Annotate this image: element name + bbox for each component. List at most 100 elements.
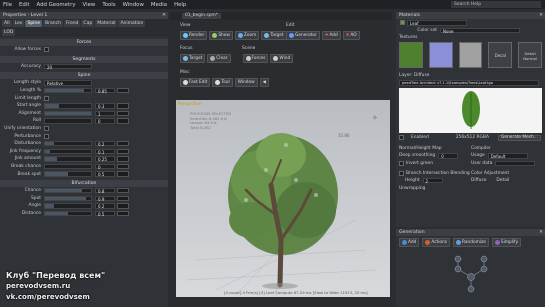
close-icon[interactable]: ✕: [539, 229, 543, 236]
menu-edit[interactable]: Edit: [19, 2, 29, 8]
simplify-button[interactable]: Simplify: [491, 238, 522, 247]
curve-graph[interactable]: [117, 156, 129, 162]
bifurcation-header[interactable]: Bifurcation: [0, 179, 168, 187]
length-slider[interactable]: [44, 87, 92, 94]
usage-select[interactable]: Default: [487, 153, 528, 159]
generation-graph[interactable]: [396, 249, 545, 304]
menu-file[interactable]: File: [3, 2, 12, 8]
disturbance-value[interactable]: 0.2: [95, 140, 115, 147]
render-button[interactable]: Render: [180, 31, 208, 40]
accuracy-field[interactable]: 20: [44, 63, 92, 70]
jink-frequency-value[interactable]: 0.1: [95, 148, 115, 154]
detail-normal-thumb[interactable]: Detail Normal: [518, 41, 542, 68]
curve-graph[interactable]: [117, 163, 129, 170]
back-button[interactable]: ◀: [259, 78, 269, 87]
spot-value[interactable]: 0.9: [95, 195, 115, 201]
gen-add-button[interactable]: Add: [399, 238, 420, 247]
ao-button[interactable]: ✖ AO: [342, 31, 360, 40]
break-chance-slider[interactable]: [44, 163, 92, 170]
actions-button[interactable]: Actions: [422, 238, 451, 247]
window-button[interactable]: Window: [234, 78, 258, 87]
search-help-input[interactable]: Search Help: [451, 1, 541, 8]
curve-graph[interactable]: [117, 187, 129, 194]
distance-slider[interactable]: [44, 210, 92, 217]
tool-button[interactable]: Tool: [212, 78, 233, 87]
curve-graph[interactable]: [117, 203, 129, 209]
curve-graph[interactable]: [117, 171, 129, 177]
tab-lev[interactable]: Lev: [12, 20, 25, 27]
start-angle-value[interactable]: 0.3: [95, 103, 115, 109]
angle-value[interactable]: 0.2: [95, 203, 115, 209]
user-data-field[interactable]: [495, 160, 536, 167]
segments-header[interactable]: Segments: [0, 55, 168, 63]
distance-value[interactable]: 0.5: [95, 210, 115, 217]
allow-forces-checkbox[interactable]: [44, 47, 49, 53]
unify-orientation-checkbox[interactable]: [44, 126, 49, 132]
menu-window[interactable]: Window: [123, 2, 144, 8]
curve-graph[interactable]: [117, 110, 129, 117]
close-icon[interactable]: ✕: [162, 12, 166, 19]
tab-all[interactable]: All: [2, 20, 12, 27]
graph-node[interactable]: [467, 273, 475, 281]
tab-animation[interactable]: Animation: [118, 20, 146, 27]
graph-node[interactable]: [467, 285, 475, 293]
specular-texture-thumb[interactable]: [458, 41, 483, 68]
tab-branch[interactable]: Branch: [43, 20, 63, 27]
curve-graph[interactable]: [117, 118, 129, 124]
tab-lod[interactable]: LOD: [2, 29, 16, 36]
chance-value[interactable]: 0.8: [95, 187, 115, 194]
decal-thumb[interactable]: Decal: [488, 41, 513, 68]
curve-graph[interactable]: [117, 195, 129, 202]
height-value[interactable]: 2: [422, 177, 443, 184]
break-spot-slider[interactable]: [44, 171, 92, 177]
menu-help[interactable]: Help: [174, 2, 186, 8]
show-button[interactable]: Show: [209, 31, 233, 40]
tab-cap[interactable]: Cap: [81, 20, 95, 27]
target-view-button[interactable]: Target: [261, 31, 287, 40]
start-angle-slider[interactable]: [44, 103, 92, 109]
generator-button[interactable]: Generator: [286, 31, 320, 40]
graph-node[interactable]: [480, 265, 488, 273]
roll-value[interactable]: 0: [95, 118, 115, 124]
graph-node[interactable]: [454, 255, 462, 263]
3d-viewport[interactable]: Perspective POLYGONS SELECTED Selection …: [176, 100, 390, 297]
jink-amount-value[interactable]: 0.25: [95, 156, 115, 162]
break-spot-value[interactable]: 0.5: [95, 171, 115, 177]
add-button[interactable]: ✚ Add: [321, 31, 341, 40]
length-style-select[interactable]: Relative: [44, 80, 92, 86]
document-tab[interactable]: 01_begin.spm*: [182, 13, 222, 19]
alignment-slider[interactable]: [44, 110, 92, 117]
deep-smoothing-value[interactable]: 0: [438, 153, 459, 159]
tab-frond[interactable]: Frond: [63, 20, 81, 27]
menu-add-geometry[interactable]: Add Geometry: [36, 2, 75, 8]
graph-node[interactable]: [480, 255, 488, 263]
clear-button[interactable]: Clear: [207, 54, 231, 63]
menu-media[interactable]: Media: [151, 2, 167, 8]
wind-button[interactable]: Wind: [270, 54, 294, 63]
length-value[interactable]: 0.85: [95, 87, 115, 94]
perturbance-checkbox[interactable]: [44, 133, 49, 139]
disturbance-slider[interactable]: [44, 140, 92, 147]
graph-node[interactable]: [454, 265, 462, 273]
fast-edit-button[interactable]: Fast Edit: [180, 78, 211, 87]
tab-material[interactable]: Material: [95, 20, 118, 27]
curve-graph[interactable]: [117, 103, 129, 109]
color-set-select[interactable]: None: [440, 27, 520, 34]
focus-target-button[interactable]: Target: [180, 54, 206, 63]
limit-length-checkbox[interactable]: [44, 95, 49, 101]
forces-button[interactable]: Forces: [242, 54, 269, 63]
branch-blending-checkbox[interactable]: [399, 170, 404, 176]
material-select[interactable]: Leaf: [407, 20, 467, 26]
spine-header[interactable]: Spine: [0, 72, 168, 80]
alignment-value[interactable]: 1: [95, 110, 115, 116]
curve-graph[interactable]: [117, 148, 129, 155]
zoom-button[interactable]: Zoom: [234, 31, 260, 40]
invert-green-checkbox[interactable]: [399, 161, 404, 167]
jink-amount-slider[interactable]: [44, 156, 92, 162]
randomize-button[interactable]: Randomize: [453, 238, 489, 247]
curve-graph[interactable]: [117, 87, 129, 94]
roll-slider[interactable]: [44, 118, 92, 124]
texture-path-field[interactable]: peedTree Architect v7.1.1\Examples\Trees…: [399, 80, 539, 86]
close-icon[interactable]: ✕: [539, 12, 543, 19]
normal-texture-thumb[interactable]: [428, 41, 453, 68]
